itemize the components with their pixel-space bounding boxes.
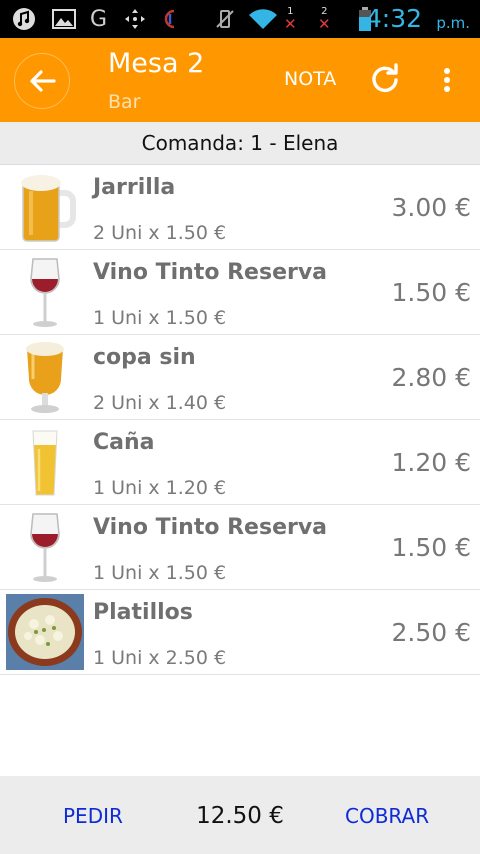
item-name: Vino Tinto Reserva: [93, 515, 328, 540]
move-icon: [124, 7, 146, 31]
item-detail: 2 Uni x 1.50 €: [93, 222, 227, 244]
wine-glass-icon: [6, 253, 84, 331]
item-detail: 1 Uni x 1.50 €: [93, 562, 227, 584]
page-subtitle: Bar: [108, 91, 141, 113]
app-icon: [160, 7, 180, 31]
arrow-left-icon: [30, 70, 56, 92]
item-name: copa sin: [93, 345, 196, 370]
beer-glass-icon: [6, 423, 84, 501]
cobrar-button[interactable]: COBRAR: [345, 804, 429, 828]
dot-icon: [444, 68, 450, 74]
item-name: Platillos: [93, 600, 193, 625]
list-item[interactable]: Platillos 1 Uni x 2.50 € 2.50 €: [0, 590, 480, 675]
item-price: 1.20 €: [391, 448, 471, 477]
dot-icon: [444, 77, 450, 83]
list-item[interactable]: Vino Tinto Reserva 1 Uni x 1.50 € 1.50 €: [0, 250, 480, 335]
item-price: 3.00 €: [391, 193, 471, 222]
gallery-icon: [52, 7, 76, 31]
action-bar: Mesa 2 Bar NOTA: [0, 38, 480, 122]
sim1-no-signal-icon: 1 ✕: [284, 6, 297, 33]
list-item[interactable]: Vino Tinto Reserva 1 Uni x 1.50 € 1.50 €: [0, 505, 480, 590]
google-icon: G: [90, 6, 108, 32]
item-price: 1.50 €: [391, 533, 471, 562]
vibrate-mute-icon: [214, 7, 236, 31]
dot-icon: [444, 86, 450, 92]
item-detail: 1 Uni x 2.50 €: [93, 647, 227, 669]
wine-glass-icon: [6, 508, 84, 586]
food-plate-icon: [6, 593, 84, 671]
comanda-header: Comanda: 1 - Elena: [0, 122, 480, 165]
beer-mug-icon: [6, 168, 84, 246]
list-item[interactable]: copa sin 2 Uni x 1.40 € 2.80 €: [0, 335, 480, 420]
item-price: 2.80 €: [391, 363, 471, 392]
item-price: 2.50 €: [391, 618, 471, 647]
list-item[interactable]: Jarrilla 2 Uni x 1.50 € 3.00 €: [0, 165, 480, 250]
nota-button[interactable]: NOTA: [284, 68, 336, 90]
item-name: Vino Tinto Reserva: [93, 260, 328, 285]
item-name: Caña: [93, 430, 155, 455]
list-item[interactable]: Caña 1 Uni x 1.20 € 1.20 €: [0, 420, 480, 505]
status-bar: G 1 ✕ 2 ✕ 4:32 p.m.: [0, 0, 480, 38]
refresh-button[interactable]: [368, 62, 402, 96]
refresh-icon: [372, 63, 398, 93]
sim2-no-signal-icon: 2 ✕: [318, 6, 331, 33]
item-detail: 1 Uni x 1.50 €: [93, 307, 227, 329]
page-title: Mesa 2: [108, 48, 205, 79]
back-button[interactable]: [14, 53, 70, 109]
pedir-button[interactable]: PEDIR: [63, 804, 123, 828]
item-name: Jarrilla: [93, 175, 176, 200]
beer-goblet-icon: [6, 338, 84, 416]
item-detail: 1 Uni x 1.20 €: [93, 477, 227, 499]
bottom-bar: 12.50 € PEDIR COBRAR: [0, 776, 480, 854]
wifi-icon: [248, 7, 278, 31]
clock-time: 4:32: [365, 4, 422, 33]
item-detail: 2 Uni x 1.40 €: [93, 392, 227, 414]
overflow-menu-button[interactable]: [430, 60, 464, 100]
item-price: 1.50 €: [391, 278, 471, 307]
music-icon: [12, 7, 36, 31]
clock-ampm: p.m.: [436, 14, 470, 32]
order-item-list: Jarrilla 2 Uni x 1.50 € 3.00 € Vino Tint…: [0, 165, 480, 675]
